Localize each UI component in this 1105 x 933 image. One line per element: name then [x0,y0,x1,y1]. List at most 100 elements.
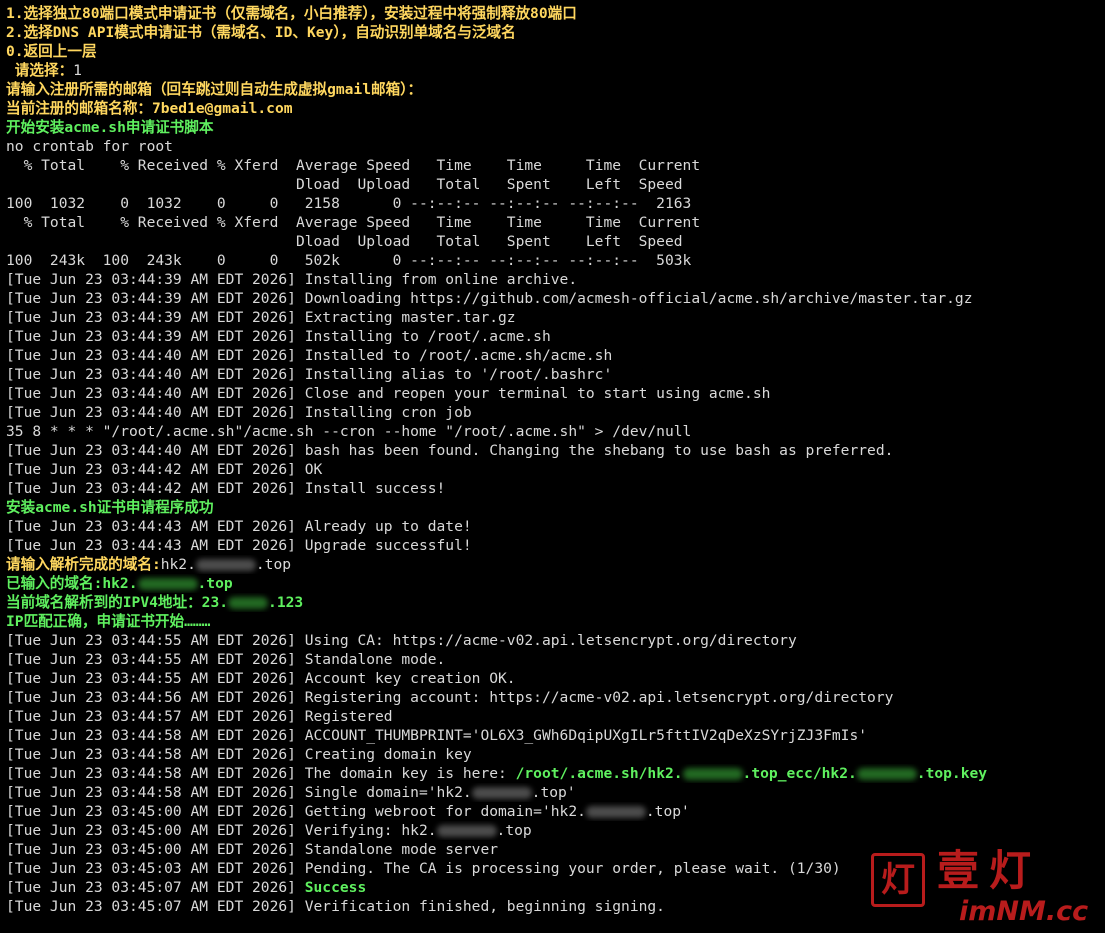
terminal-line: [Tue Jun 23 03:44:39 AM EDT 2026] Instal… [6,270,1105,289]
terminal-text: [Tue Jun 23 03:44:39 AM EDT 2026] Instal… [6,328,551,345]
terminal-line: no crontab for root [6,137,1105,156]
terminal-text: [Tue Jun 23 03:44:58 AM EDT 2026] Creati… [6,746,472,763]
terminal-line: 请选择：1 [6,61,1105,80]
redacted-text [585,806,646,818]
terminal-line: [Tue Jun 23 03:44:56 AM EDT 2026] Regist… [6,688,1105,707]
terminal-text: 0.返回上一层 [6,43,97,60]
redacted-text [471,787,532,799]
terminal-line: [Tue Jun 23 03:44:40 AM EDT 2026] Instal… [6,365,1105,384]
terminal-text: [Tue Jun 23 03:44:58 AM EDT 2026] ACCOUN… [6,727,868,744]
watermark-seal-icon: 灯 [871,853,925,907]
terminal-line: [Tue Jun 23 03:45:00 AM EDT 2026] Gettin… [6,802,1105,821]
terminal-text: 1 [73,62,82,79]
terminal-line: [Tue Jun 23 03:44:43 AM EDT 2026] Alread… [6,517,1105,536]
redacted-text [195,559,256,571]
redacted-text [436,825,497,837]
terminal-line: [Tue Jun 23 03:44:55 AM EDT 2026] Standa… [6,650,1105,669]
terminal-line: [Tue Jun 23 03:45:00 AM EDT 2026] Verify… [6,821,1105,840]
terminal-line: 安装acme.sh证书申请程序成功 [6,498,1105,517]
terminal-line: [Tue Jun 23 03:44:58 AM EDT 2026] Single… [6,783,1105,802]
terminal-text: Success [304,879,367,896]
terminal-text: 1.选择独立80端口模式申请证书（仅需域名，小白推荐），安装过程中将强制释放80… [6,5,577,22]
terminal-text: 100 1032 0 1032 0 0 2158 0 --:--:-- --:-… [6,195,692,212]
terminal-text: [Tue Jun 23 03:45:00 AM EDT 2026] Standa… [6,841,499,858]
watermark-seal-char: 灯 [881,860,915,900]
terminal-line: 0.返回上一层 [6,42,1105,61]
terminal-text: [Tue Jun 23 03:44:58 AM EDT 2026] The do… [6,765,516,782]
terminal-line: % Total % Received % Xferd Average Speed… [6,156,1105,175]
terminal-text: 请选择： [6,62,74,79]
terminal-line: 2.选择DNS API模式申请证书（需域名、ID、Key），自动识别单域名与泛域… [6,23,1105,42]
terminal-line: [Tue Jun 23 03:44:39 AM EDT 2026] Downlo… [6,289,1105,308]
terminal-text: 100 243k 100 243k 0 0 502k 0 --:--:-- --… [6,252,692,269]
terminal-text: 当前域名解析到的IPV4地址：23. [6,594,229,611]
terminal-line: [Tue Jun 23 03:44:39 AM EDT 2026] Extrac… [6,308,1105,327]
terminal-text: [Tue Jun 23 03:44:55 AM EDT 2026] Standa… [6,651,446,668]
terminal-text: 请输入解析完成的域名: [6,556,161,573]
terminal-line: [Tue Jun 23 03:44:43 AM EDT 2026] Upgrad… [6,536,1105,555]
terminal-line: [Tue Jun 23 03:44:40 AM EDT 2026] Instal… [6,403,1105,422]
redacted-text [682,768,743,780]
redacted-text [228,597,269,609]
terminal-text: [Tue Jun 23 03:44:39 AM EDT 2026] Instal… [6,271,578,288]
terminal-line: 请输入注册所需的邮箱（回车跳过则自动生成虚拟gmail邮箱）： [6,80,1105,99]
terminal-text: [Tue Jun 23 03:44:57 AM EDT 2026] Regist… [6,708,393,725]
terminal-line: [Tue Jun 23 03:44:55 AM EDT 2026] Accoun… [6,669,1105,688]
terminal-line: IP匹配正确，申请证书开始……… [6,612,1105,631]
terminal-text: 已输入的域名:hk2. [6,575,138,592]
terminal-text: .top' [531,784,576,801]
terminal-text: 安装acme.sh证书申请程序成功 [6,499,214,516]
terminal-text: [Tue Jun 23 03:45:00 AM EDT 2026] Verify… [6,822,437,839]
terminal-text: % Total % Received % Xferd Average Speed… [6,214,701,231]
terminal-line: 35 8 * * * "/root/.acme.sh"/acme.sh --cr… [6,422,1105,441]
terminal-text: .top [197,575,233,592]
terminal-line: [Tue Jun 23 03:44:42 AM EDT 2026] OK [6,460,1105,479]
terminal-line: 100 1032 0 1032 0 0 2158 0 --:--:-- --:-… [6,194,1105,213]
terminal-line: 当前域名解析到的IPV4地址：23. .123 [6,593,1105,612]
terminal-line: [Tue Jun 23 03:44:40 AM EDT 2026] Instal… [6,346,1105,365]
terminal-line: [Tue Jun 23 03:44:40 AM EDT 2026] bash h… [6,441,1105,460]
terminal-line: 请输入解析完成的域名:hk2. .top [6,555,1105,574]
terminal-text: [Tue Jun 23 03:44:42 AM EDT 2026] OK [6,461,323,478]
watermark-domain: imNM.cc [959,896,1089,927]
terminal-window[interactable]: 1.选择独立80端口模式申请证书（仅需域名，小白推荐），安装过程中将强制释放80… [0,0,1105,933]
redacted-text [137,578,198,590]
terminal-line: Dload Upload Total Spent Left Speed [6,175,1105,194]
terminal-text: [Tue Jun 23 03:45:07 AM EDT 2026] Verifi… [6,898,665,915]
terminal-text: [Tue Jun 23 03:44:55 AM EDT 2026] Accoun… [6,670,516,687]
watermark: 灯 壹灯 imNM.cc [871,847,1089,927]
terminal-text: /root/.acme.sh/hk2. [515,765,683,782]
terminal-text: IP匹配正确，申请证书开始……… [6,613,211,630]
terminal-text: Dload Upload Total Spent Left Speed [6,233,683,250]
terminal-text: [Tue Jun 23 03:44:42 AM EDT 2026] Instal… [6,480,446,497]
redacted-text [856,768,917,780]
terminal-line: [Tue Jun 23 03:44:39 AM EDT 2026] Instal… [6,327,1105,346]
terminal-text: [Tue Jun 23 03:44:40 AM EDT 2026] Instal… [6,347,613,364]
terminal-line: 开始安装acme.sh申请证书脚本 [6,118,1105,137]
terminal-line: Dload Upload Total Spent Left Speed [6,232,1105,251]
terminal-line: [Tue Jun 23 03:44:55 AM EDT 2026] Using … [6,631,1105,650]
terminal-text: .top_ecc/hk2. [742,765,857,782]
terminal-text: Dload Upload Total Spent Left Speed [6,176,683,193]
terminal-text: 开始安装acme.sh申请证书脚本 [6,119,214,136]
terminal-line: 100 243k 100 243k 0 0 502k 0 --:--:-- --… [6,251,1105,270]
terminal-text: % Total % Received % Xferd Average Speed… [6,157,701,174]
watermark-title: 壹灯 [937,846,1042,895]
terminal-text: .top [255,556,292,573]
terminal-text: [Tue Jun 23 03:44:55 AM EDT 2026] Using … [6,632,797,649]
terminal-line: [Tue Jun 23 03:44:58 AM EDT 2026] ACCOUN… [6,726,1105,745]
terminal-line: 当前注册的邮箱名称：7bed1e@gmail.com [6,99,1105,118]
terminal-text: [Tue Jun 23 03:44:43 AM EDT 2026] Upgrad… [6,537,472,554]
terminal-text: 当前注册的邮箱名称：7bed1e@gmail.com [6,100,293,117]
terminal-text: no crontab for root [6,138,173,155]
terminal-text: [Tue Jun 23 03:44:40 AM EDT 2026] Instal… [6,404,472,421]
terminal-text: hk2. [160,556,196,573]
terminal-line: [Tue Jun 23 03:44:58 AM EDT 2026] The do… [6,764,1105,783]
terminal-line: 1.选择独立80端口模式申请证书（仅需域名，小白推荐），安装过程中将强制释放80… [6,4,1105,23]
terminal-text: [Tue Jun 23 03:44:39 AM EDT 2026] Extrac… [6,309,516,326]
terminal-line: [Tue Jun 23 03:44:58 AM EDT 2026] Creati… [6,745,1105,764]
terminal-line: 已输入的域名:hk2. .top [6,574,1105,593]
terminal-text: [Tue Jun 23 03:44:56 AM EDT 2026] Regist… [6,689,894,706]
terminal-text: [Tue Jun 23 03:44:39 AM EDT 2026] Downlo… [6,290,973,307]
terminal-output: 1.选择独立80端口模式申请证书（仅需域名，小白推荐），安装过程中将强制释放80… [6,4,1105,916]
